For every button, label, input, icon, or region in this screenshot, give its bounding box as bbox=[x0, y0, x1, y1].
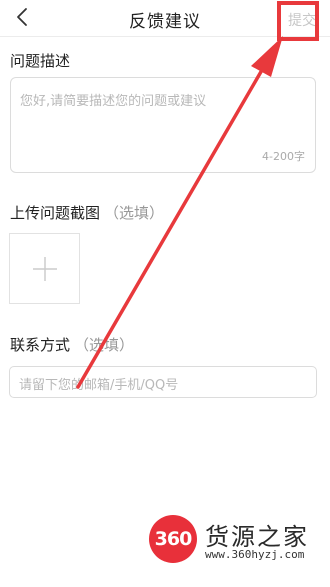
upload-screenshot-title: 上传问题截图 （选填） bbox=[10, 202, 164, 223]
watermark-logo: 360 bbox=[149, 515, 197, 563]
contact-optional-hint: （选填） bbox=[74, 336, 135, 354]
watermark-url: www.360hyzj.com bbox=[205, 548, 305, 561]
upload-screenshot-label: 上传问题截图 bbox=[10, 204, 101, 222]
highlight-box bbox=[277, 1, 319, 41]
problem-description-input[interactable]: 您好,请简要描述您的问题或建议 4-200字 bbox=[10, 77, 316, 173]
watermark-name: 货源之家 bbox=[205, 523, 309, 551]
problem-description-title: 问题描述 bbox=[10, 50, 70, 71]
problem-description-label: 问题描述 bbox=[10, 52, 71, 70]
add-screenshot-button[interactable] bbox=[9, 233, 80, 304]
contact-input[interactable]: 请留下您的邮箱/手机/QQ号 bbox=[9, 366, 317, 398]
problem-description-placeholder: 您好,请简要描述您的问题或建议 bbox=[20, 94, 207, 109]
contact-label: 联系方式 bbox=[10, 336, 71, 354]
upload-optional-hint: （选填） bbox=[104, 204, 165, 222]
watermark: 360 货源之家 www.360hyzj.com bbox=[149, 515, 321, 567]
plus-icon bbox=[33, 257, 57, 281]
contact-placeholder: 请留下您的邮箱/手机/QQ号 bbox=[19, 378, 179, 393]
char-count: 4-200字 bbox=[262, 150, 305, 163]
contact-title: 联系方式 （选填） bbox=[10, 334, 134, 355]
